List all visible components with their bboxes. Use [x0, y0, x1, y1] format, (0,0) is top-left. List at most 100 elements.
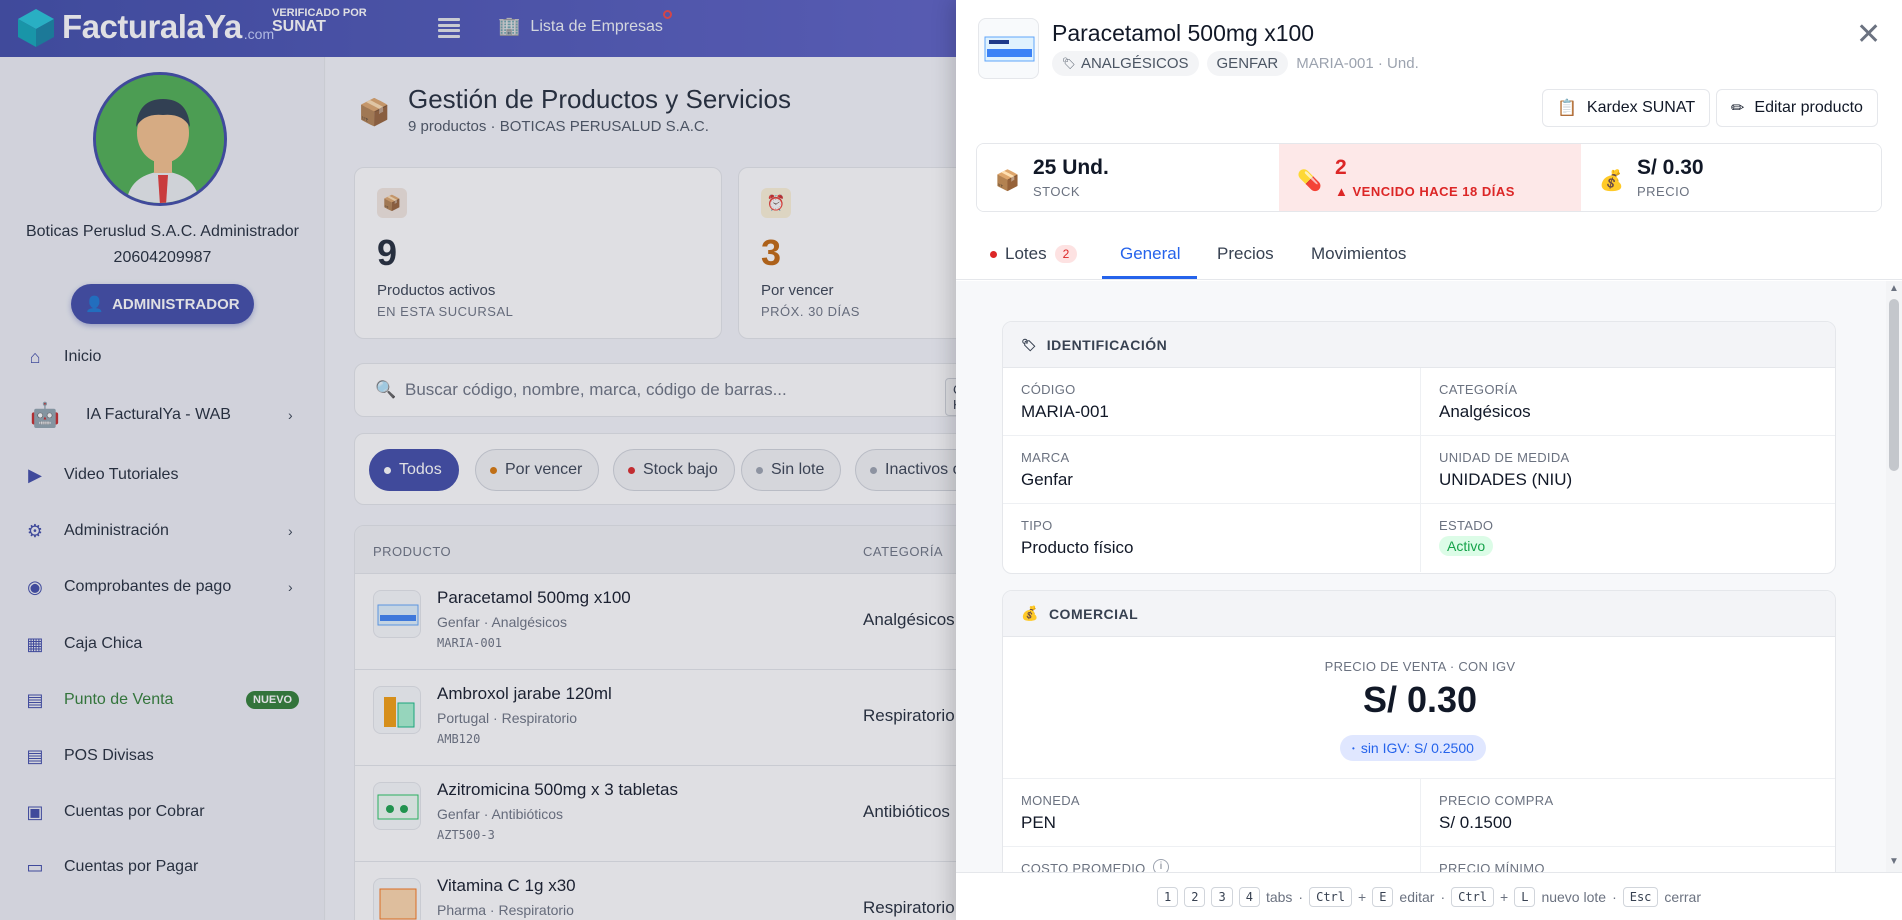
key-ctrl: Ctrl: [1451, 886, 1495, 907]
table-row[interactable]: Azitromicina 500mg x 3 tabletas Genfar ·…: [355, 766, 956, 862]
filter-inactivos[interactable]: Inactivos o: [855, 449, 956, 491]
sidebar-item-label: Caja Chica: [64, 635, 143, 652]
kpi-por-vencer[interactable]: ⏰ 3 Por vencer PRÓX. 30 DÍAS: [738, 167, 956, 339]
menu-toggle-icon[interactable]: [438, 18, 460, 38]
product-meta: Genfar · Antibióticos: [437, 806, 564, 822]
tab-label: Lotes: [1005, 244, 1047, 263]
sidebar-item-administracion[interactable]: ⚙ Administración ›: [0, 511, 324, 551]
sidebar-item-pos-divisas[interactable]: ▤ POS Divisas: [0, 736, 324, 776]
active-tab-indicator: [1102, 276, 1197, 279]
tab-precios[interactable]: Precios: [1217, 244, 1274, 264]
sidebar-item-punto-de-venta[interactable]: ▤ Punto de Venta NUEVO: [0, 680, 324, 720]
table-row[interactable]: Ambroxol jarabe 120ml Portugal · Respira…: [355, 670, 956, 766]
tab-general[interactable]: General: [1120, 244, 1180, 264]
tag-icon: 🏷: [1021, 337, 1037, 352]
sunat-verified-badge: VERIFICADO POR SUNAT: [272, 6, 367, 35]
product-search[interactable]: 🔍 Buscar código, nombre, marca, código d…: [354, 363, 956, 417]
building-icon: 🏢: [498, 16, 521, 36]
key-l: L: [1514, 886, 1536, 907]
search-input[interactable]: Buscar código, nombre, marca, código de …: [405, 380, 787, 400]
sidebar-item-cuentas-cobrar[interactable]: ▣ Cuentas por Cobrar: [0, 792, 324, 832]
empresas-link[interactable]: 🏢 Lista de Empresas: [498, 16, 663, 37]
new-badge: NUEVO: [246, 691, 300, 709]
filter-label: Stock bajo: [643, 461, 718, 478]
sidebar-item-caja-chica[interactable]: ▦ Caja Chica: [0, 624, 324, 664]
product-meta: Pharma · Respiratorio: [437, 902, 574, 918]
top-bar: FacturalaYa .com VERIFICADO POR SUNAT 🏢 …: [0, 0, 956, 57]
sidebar-item-video-tutoriales[interactable]: ▶ Video Tutoriales: [0, 455, 324, 495]
key-ctrl: Ctrl: [1309, 886, 1352, 907]
products-table: PRODUCTO CATEGORÍA Paracetamol 500mg x10…: [354, 525, 956, 920]
price-label: PRECIO DE VENTA · CON IGV: [1324, 659, 1516, 674]
tab-lotes[interactable]: Lotes 2: [990, 244, 1078, 264]
package-icon: 📦: [377, 188, 407, 218]
header-producto[interactable]: PRODUCTO: [373, 544, 451, 559]
edit-product-button[interactable]: ✏ Editar producto: [1716, 89, 1878, 127]
search-shortcut: Ctrl K: [945, 378, 956, 416]
field-value: Analgésicos: [1439, 402, 1531, 421]
kardex-sunat-button[interactable]: 📋 Kardex SUNAT: [1542, 89, 1711, 127]
field-codigo: CÓDIGO MARIA-001: [1003, 368, 1420, 436]
tag-label: GENFAR: [1216, 55, 1279, 72]
company-ruc: 20604209987: [113, 249, 212, 266]
page-subtitle: 9 productos · BOTICAS PERUSALUD S.A.C.: [408, 118, 709, 135]
brand-logo[interactable]: FacturalaYa .com: [14, 2, 274, 52]
product-meta: Genfar · Analgésicos: [437, 614, 567, 630]
product-category: Respiratorio: [863, 706, 955, 725]
product-thumbnail: [373, 686, 421, 734]
kpi-label: Productos activos: [377, 282, 496, 299]
dot-icon: [870, 466, 877, 474]
field-label: UNIDAD DE MEDIDA: [1439, 450, 1570, 465]
brand-suffix: .com: [243, 26, 275, 42]
product-code: AZT500-3: [437, 828, 495, 842]
filter-label: Por vencer: [505, 461, 583, 478]
price-no-igv-pill: • sin IGV: S/ 0.2500: [1340, 735, 1486, 761]
avatar[interactable]: [93, 72, 227, 206]
kpi-sublabel: PRÓX. 30 DÍAS: [761, 304, 860, 319]
card-header: 💰 COMERCIAL: [1003, 591, 1835, 637]
shortcut-text: tabs: [1265, 888, 1293, 905]
panel-title: Paracetamol 500mg x100: [1052, 20, 1315, 46]
product-thumbnail: [373, 782, 421, 830]
tag-category[interactable]: 🏷 ANALGÉSICOS: [1052, 51, 1199, 76]
table-header: PRODUCTO CATEGORÍA: [355, 526, 956, 574]
close-icon[interactable]: ✕: [1856, 20, 1881, 50]
sidebar-item-cuentas-pagar[interactable]: ▭ Cuentas por Pagar: [0, 847, 324, 887]
sidebar-item-ia[interactable]: 🤖 IA FacturalYa - WAB ›: [0, 395, 324, 435]
scrollbar-thumb[interactable]: [1889, 299, 1899, 471]
filter-todos[interactable]: Todos: [369, 449, 459, 491]
stat-value: 25 Und.: [1033, 156, 1109, 179]
scrollbar[interactable]: ▲ ▼: [1886, 281, 1902, 872]
panel-scroll-area[interactable]: 🏷 IDENTIFICACIÓN CÓDIGO MARIA-001 CATEGOR…: [956, 281, 1902, 890]
card-title: IDENTIFICACIÓN: [1046, 336, 1168, 353]
box-icon: 📦: [995, 170, 1020, 192]
stats-bar: 📦 25 Und. STOCK 💊 2 ▲ VENCIDO HACE 18 DÍ…: [976, 143, 1882, 212]
tag-brand[interactable]: GENFAR: [1206, 51, 1289, 76]
cash-icon: ▣: [26, 801, 44, 822]
header-categoria[interactable]: CATEGORÍA: [863, 544, 943, 559]
pencil-icon: ✏: [1731, 100, 1745, 117]
tab-movimientos[interactable]: Movimientos: [1311, 244, 1406, 264]
table-row[interactable]: Paracetamol 500mg x100 Genfar · Analgési…: [355, 574, 956, 670]
sidebar-item-comprobantes[interactable]: ◉ Comprobantes de pago ›: [0, 567, 324, 607]
chevron-right-icon: ›: [288, 523, 293, 539]
filter-stock-bajo[interactable]: Stock bajo: [613, 449, 735, 491]
card-identificacion: 🏷 IDENTIFICACIÓN CÓDIGO MARIA-001 CATEGOR…: [1002, 321, 1836, 574]
notification-dot-icon: [663, 10, 672, 19]
role-button[interactable]: 👤 ADMINISTRADOR: [71, 284, 254, 324]
kpi-productos-activos[interactable]: 📦 9 Productos activos EN ESTA SUCURSAL: [354, 167, 722, 339]
clipboard-icon: 📋: [1557, 100, 1577, 117]
filter-por-vencer[interactable]: Por vencer: [475, 449, 600, 491]
stat-stock: 📦 25 Und. STOCK: [977, 144, 1279, 211]
scroll-up-icon[interactable]: ▲: [1889, 283, 1899, 294]
filter-sin-lote[interactable]: Sin lote: [741, 449, 842, 491]
stat-vencidos[interactable]: 💊 2 ▲ VENCIDO HACE 18 DÍAS: [1279, 144, 1581, 211]
table-row[interactable]: Vitamina C 1g x30 Pharma · Respiratorio …: [355, 862, 956, 920]
product-code: MARIA-001: [437, 636, 503, 650]
sidebar-item-inicio[interactable]: ⌂ Inicio: [0, 337, 324, 377]
separator: ·: [1612, 888, 1617, 905]
user-icon: 👤: [85, 296, 105, 313]
scroll-down-icon[interactable]: ▼: [1889, 856, 1899, 867]
money-bag-icon: 💰: [1021, 605, 1039, 621]
search-icon: 🔍: [375, 380, 397, 399]
